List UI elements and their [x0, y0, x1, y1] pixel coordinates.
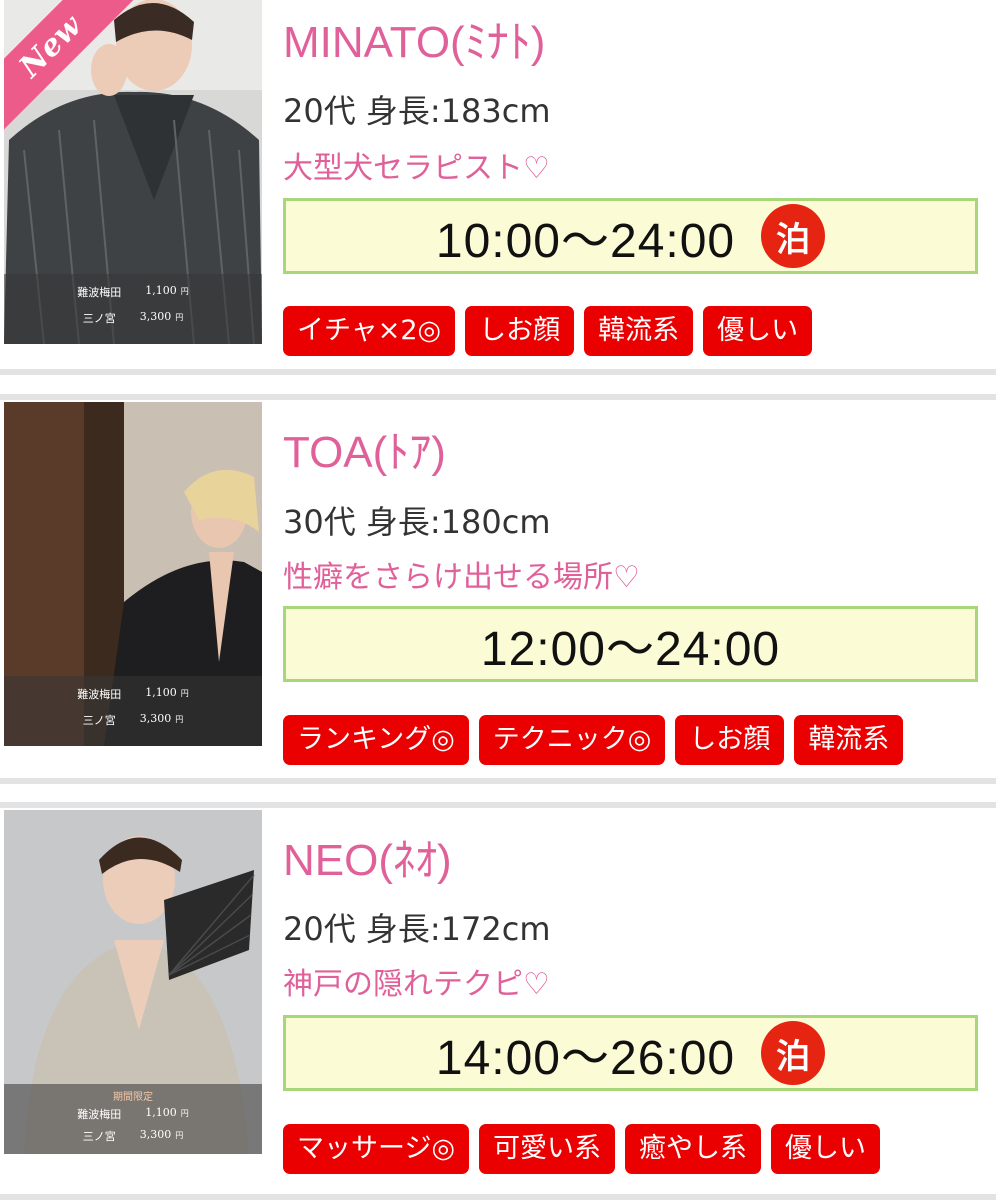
price-row: 難波梅田 1,100 円 [4, 284, 262, 302]
cast-photo[interactable]: 期間限定 難波梅田 1,100 円 三ノ宮 3,300 円 [4, 810, 262, 1154]
card-divider [0, 778, 996, 784]
price-unit: 円 [180, 689, 189, 698]
price-value: 1,100 [145, 1106, 177, 1119]
tag: 韓流系 [584, 306, 694, 356]
price-unit: 円 [180, 287, 189, 296]
work-hours: 12:00〜24:00 [480, 623, 781, 676]
price-area: 三ノ宮 [82, 312, 116, 325]
price-area: 三ノ宮 [82, 714, 116, 727]
card-divider [0, 369, 996, 375]
price-value: 1,100 [145, 284, 177, 297]
price-value: 3,300 [139, 712, 172, 725]
tag-list: イチャ×2◎ しお顔 韓流系 優しい [283, 306, 813, 356]
work-hours-box: 14:00〜26:00 泊 [283, 1015, 978, 1091]
tag-list: ランキング◎ テクニック◎ しお顔 韓流系 [283, 715, 904, 765]
price-area: 難波梅田 [77, 1108, 122, 1121]
work-hours-box: 12:00〜24:00 [283, 606, 978, 682]
tag: テクニック◎ [478, 715, 666, 765]
cast-name[interactable]: TOA(ﾄｱ) [283, 416, 446, 480]
cast-info: 20代 身長:172cm [283, 910, 551, 948]
price-unit: 円 [175, 715, 184, 724]
limited-label: 期間限定 [113, 1092, 153, 1103]
price-overlay: 難波梅田 1,100 円 三ノ宮 3,300 円 [4, 676, 262, 746]
price-row: 三ノ宮 3,300 円 [4, 310, 262, 328]
tag: しお顔 [675, 715, 785, 765]
card-divider [0, 1194, 996, 1200]
tag: 韓流系 [794, 715, 904, 765]
work-hours: 10:00〜24:00 [435, 215, 736, 268]
cast-info: 30代 身長:180cm [283, 503, 551, 541]
cast-card[interactable]: New 難波梅田 1,100 円 三ノ宮 3,300 円 MINATO(ﾐﾅﾄ) 2… [0, 0, 996, 375]
overnight-badge: 泊 [761, 204, 826, 268]
tag-list: マッサージ◎ 可愛い系 癒やし系 優しい [283, 1124, 881, 1174]
price-area: 難波梅田 [77, 286, 122, 299]
price-area: 三ノ宮 [82, 1130, 116, 1143]
cast-catchphrase: 性癖をさらけ出せる場所♡ [283, 560, 640, 595]
price-row: 三ノ宮 3,300 円 [4, 1128, 262, 1146]
price-unit: 円 [180, 1109, 189, 1118]
cast-info: 20代 身長:183cm [283, 92, 551, 130]
cast-catchphrase: 神戸の隠れテクピ♡ [283, 967, 550, 1002]
price-row: 難波梅田 1,100 円 [4, 686, 262, 704]
tag: ランキング◎ [283, 715, 469, 765]
price-value: 3,300 [139, 310, 172, 323]
cast-name[interactable]: MINATO(ﾐﾅﾄ) [283, 6, 545, 70]
price-row: 三ノ宮 3,300 円 [4, 712, 262, 730]
tag: 癒やし系 [625, 1124, 762, 1174]
price-unit: 円 [175, 313, 184, 322]
tag: マッサージ◎ [283, 1124, 470, 1174]
price-row: 難波梅田 1,100 円 [4, 1106, 262, 1124]
card-divider [0, 802, 996, 808]
price-overlay: 期間限定 難波梅田 1,100 円 三ノ宮 3,300 円 [4, 1084, 262, 1154]
cast-name[interactable]: NEO(ﾈｵ) [283, 824, 452, 888]
overnight-badge: 泊 [761, 1021, 826, 1085]
cast-photo[interactable]: 難波梅田 1,100 円 三ノ宮 3,300 円 [4, 402, 262, 746]
cast-card[interactable]: 期間限定 難波梅田 1,100 円 三ノ宮 3,300 円 NEO(ﾈｵ) 20代 … [0, 802, 996, 1200]
work-hours-box: 10:00〜24:00 泊 [283, 198, 978, 274]
tag: イチャ×2◎ [283, 306, 456, 356]
tag: 優しい [771, 1124, 881, 1174]
tag: しお顔 [465, 306, 575, 356]
cast-catchphrase: 大型犬セラピスト♡ [283, 151, 550, 186]
tag: 可愛い系 [479, 1124, 616, 1174]
price-unit: 円 [175, 1131, 184, 1140]
card-divider [0, 394, 996, 400]
price-overlay: 難波梅田 1,100 円 三ノ宮 3,300 円 [4, 274, 262, 344]
price-value: 3,300 [139, 1128, 172, 1141]
price-value: 1,100 [145, 686, 177, 699]
cast-photo[interactable]: New 難波梅田 1,100 円 三ノ宮 3,300 円 [4, 0, 262, 344]
price-area: 難波梅田 [77, 688, 122, 701]
work-hours: 14:00〜26:00 [435, 1032, 736, 1085]
cast-card[interactable]: 難波梅田 1,100 円 三ノ宮 3,300 円 TOA(ﾄｱ) 30代 身長:18… [0, 394, 996, 784]
tag: 優しい [703, 306, 813, 356]
